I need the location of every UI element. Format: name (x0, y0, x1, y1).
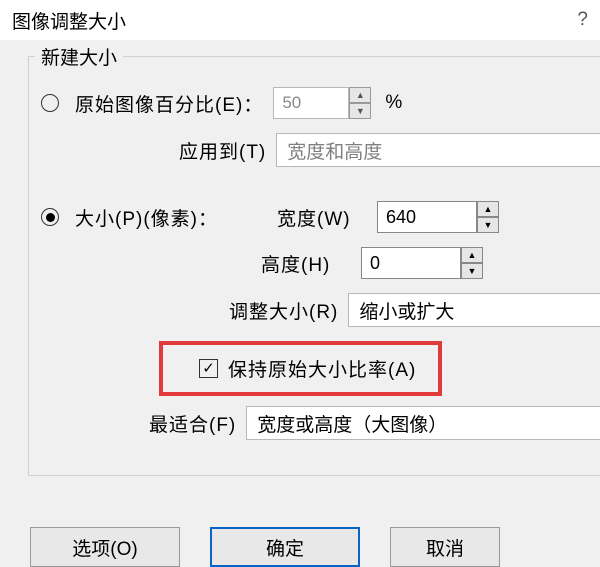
ok-button[interactable]: 确定 (210, 527, 360, 567)
title-bar: 图像调整大小 ? (0, 0, 600, 40)
keep-ratio-highlight: 保持原始大小比率(A) (159, 341, 442, 396)
spinner-down-icon[interactable]: ▼ (349, 103, 371, 119)
height-row: 高度(H) ▲ ▼ (261, 247, 600, 279)
new-size-fieldset: 新建大小 原始图像百分比(E)： ▲ ▼ % 应用到(T) 宽度和高度 (28, 56, 600, 476)
keep-ratio-checkbox[interactable] (199, 359, 218, 378)
size-radio[interactable] (41, 208, 59, 226)
best-fit-row: 最适合(F) 宽度或高度（大图像） (149, 406, 600, 440)
percent-unit: % (385, 92, 402, 114)
spinner-up-icon[interactable]: ▲ (349, 87, 371, 103)
width-spinner[interactable]: ▲ ▼ (377, 201, 499, 233)
resize-select[interactable]: 缩小或扩大 (348, 293, 600, 327)
spinner-down-icon[interactable]: ▼ (461, 263, 483, 279)
cancel-button[interactable]: 取消 (390, 527, 500, 567)
spinner-up-icon[interactable]: ▲ (461, 247, 483, 263)
apply-to-row: 应用到(T) 宽度和高度 (179, 133, 600, 167)
percent-spinner[interactable]: ▲ ▼ (273, 87, 371, 119)
spinner-down-icon[interactable]: ▼ (477, 217, 499, 233)
size-label: 大小(P)(像素)： (75, 204, 267, 231)
apply-to-select[interactable]: 宽度和高度 (276, 133, 600, 167)
window-title: 图像调整大小 (12, 7, 126, 34)
height-spinner[interactable]: ▲ ▼ (361, 247, 483, 279)
best-fit-select[interactable]: 宽度或高度（大图像） (246, 406, 600, 440)
percent-input[interactable] (273, 87, 349, 119)
keep-ratio-label: 保持原始大小比率(A) (228, 355, 416, 382)
button-bar: 选项(O) 确定 取消 (0, 527, 600, 567)
size-row: 大小(P)(像素)： 宽度(W) ▲ ▼ (39, 201, 600, 233)
height-input[interactable] (361, 247, 461, 279)
percent-label: 原始图像百分比(E)： (75, 90, 263, 117)
apply-to-value: 宽度和高度 (287, 137, 382, 164)
help-icon[interactable]: ? (577, 9, 588, 31)
dialog-content: 新建大小 原始图像百分比(E)： ▲ ▼ % 应用到(T) 宽度和高度 (0, 40, 600, 476)
fieldset-legend: 新建大小 (35, 43, 123, 70)
apply-to-label: 应用到(T) (179, 137, 266, 164)
spinner-up-icon[interactable]: ▲ (477, 201, 499, 217)
best-fit-label: 最适合(F) (149, 410, 236, 437)
width-label: 宽度(W) (277, 204, 367, 231)
width-input[interactable] (377, 201, 477, 233)
height-label: 高度(H) (261, 250, 351, 277)
resize-row: 调整大小(R) 缩小或扩大 (229, 293, 600, 327)
resize-value: 缩小或扩大 (359, 297, 454, 324)
best-fit-value: 宽度或高度（大图像） (257, 410, 447, 437)
percent-radio[interactable] (41, 94, 59, 112)
percent-row: 原始图像百分比(E)： ▲ ▼ % (39, 87, 600, 119)
options-button[interactable]: 选项(O) (30, 527, 180, 567)
resize-label: 调整大小(R) (229, 297, 338, 324)
